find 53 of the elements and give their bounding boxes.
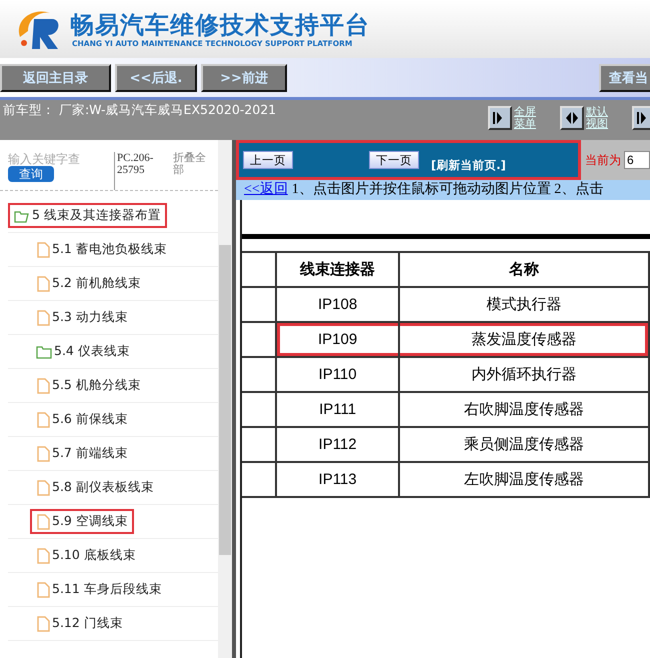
- current-page-input[interactable]: 6: [624, 151, 650, 169]
- document-icon: [36, 548, 50, 564]
- column-header: 名称: [399, 252, 649, 287]
- tree-item[interactable]: 5.9 空调线束: [30, 509, 134, 534]
- car-model-text: 前车型： 厂家:W-威马汽车威马EX52020-2021: [3, 102, 278, 119]
- folder-icon: [14, 208, 30, 222]
- document-icon: [36, 616, 50, 632]
- document-icon: [36, 310, 50, 326]
- tree-item[interactable]: 5.11 车身后段线束: [30, 577, 168, 602]
- prev-page-button[interactable]: 上一页: [243, 151, 293, 169]
- scrollbar[interactable]: [218, 140, 232, 658]
- document-icon: [36, 242, 50, 258]
- table-cell: IP108: [276, 287, 400, 322]
- site-title: 畅易汽车维修技术支持平台: [70, 10, 370, 38]
- document-icon: [36, 480, 50, 496]
- tree-item[interactable]: 5.8 副仪表板线束: [30, 475, 160, 500]
- document-icon: [36, 582, 50, 598]
- table-cell: IP109: [276, 322, 400, 357]
- document-icon: [36, 378, 50, 394]
- refresh-link[interactable]: [刷新当前页.]: [431, 158, 506, 173]
- table-cell: 右吹脚温度传感器: [399, 392, 649, 427]
- table-cell: IP112: [276, 427, 400, 462]
- tree-item[interactable]: 5.10 底板线束: [30, 543, 142, 568]
- column-header: 线束连接器: [276, 252, 400, 287]
- hint-text: 1、点击图片并按住鼠标可拖动动图片位置 2、点击: [292, 182, 604, 197]
- collapse-all-link[interactable]: 折叠全部: [173, 152, 209, 190]
- tree-item[interactable]: 5.2 前机舱线束: [30, 271, 147, 296]
- document-icon: [36, 276, 50, 292]
- next-page-button[interactable]: 下一页: [369, 151, 419, 169]
- tree-item[interactable]: 5.1 蓄电池负极线束: [30, 237, 173, 262]
- document-icon: [36, 446, 50, 462]
- search-button[interactable]: 查询: [8, 166, 54, 182]
- current-page-label: 当前为: [585, 152, 621, 168]
- tree-item[interactable]: 5.7 前端线束: [30, 441, 134, 466]
- tree-item[interactable]: 5 线束及其连接器布置: [8, 203, 167, 228]
- tree-item[interactable]: 5.3 动力线束: [30, 305, 134, 330]
- document-icon: [36, 412, 50, 428]
- table-cell: IP110: [276, 357, 400, 392]
- table-cell: 内外循环执行器: [399, 357, 649, 392]
- back-link[interactable]: <<返回: [244, 182, 288, 197]
- tree-item[interactable]: 5.4 仪表线束: [30, 339, 136, 364]
- tree-item[interactable]: 5.12 门线束: [30, 611, 129, 636]
- document-icon: [36, 514, 50, 530]
- table-cell: 模式执行器: [399, 287, 649, 322]
- table-cell: 乘员侧温度传感器: [399, 427, 649, 462]
- part-code-text: PC.206-25795: [114, 152, 167, 190]
- table-cell: IP113: [276, 462, 400, 497]
- table-cell: 蒸发温度传感器: [399, 322, 649, 357]
- tree-item[interactable]: 5.6 前保线束: [30, 407, 134, 432]
- folder-icon: [36, 344, 52, 358]
- table-cell: 左吹脚温度传感器: [399, 462, 649, 497]
- tree-item[interactable]: 5.5 机舱分线束: [30, 373, 147, 398]
- table-cell: IP111: [276, 392, 400, 427]
